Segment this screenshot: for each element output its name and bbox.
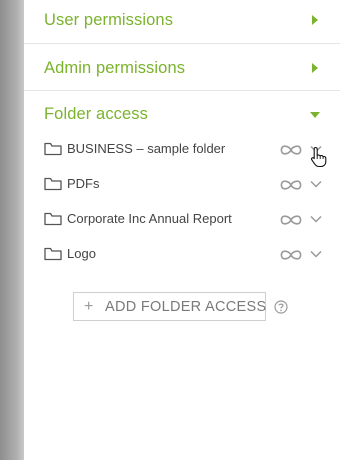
- chevron-down-icon[interactable]: [310, 214, 322, 224]
- section-label: Folder access: [44, 105, 149, 123]
- folder-row[interactable]: PDFs: [24, 167, 340, 202]
- section-label: User permissions: [44, 11, 174, 29]
- section-user-permissions[interactable]: User permissions: [24, 0, 340, 44]
- folder-name: Logo: [67, 246, 96, 261]
- dimmed-backdrop: [0, 0, 24, 460]
- folder-icon: [44, 247, 62, 261]
- infinity-link-icon[interactable]: [279, 144, 303, 156]
- caret-right-icon: [312, 15, 318, 25]
- add-folder-access-button[interactable]: + ADD FOLDER ACCESS: [73, 292, 266, 321]
- question-circle-icon[interactable]: [274, 300, 288, 314]
- folder-row[interactable]: Logo: [24, 237, 340, 272]
- folder-icon: [44, 177, 62, 191]
- folder-name: BUSINESS – sample folder: [67, 141, 226, 156]
- folder-name: Corporate Inc Annual Report: [67, 211, 232, 226]
- folder-icon: [44, 142, 62, 156]
- add-folder-access-label: ADD FOLDER ACCESS: [105, 299, 267, 315]
- chevron-down-icon[interactable]: [310, 179, 322, 189]
- plus-icon: +: [84, 298, 94, 315]
- section-admin-permissions[interactable]: Admin permissions: [24, 44, 340, 91]
- hand-pointer-icon: [310, 146, 327, 168]
- caret-right-icon: [312, 63, 318, 73]
- caret-down-icon: [310, 112, 320, 118]
- chevron-down-icon[interactable]: [310, 249, 322, 259]
- section-folder-access[interactable]: Folder access: [24, 91, 340, 135]
- folder-row[interactable]: Corporate Inc Annual Report: [24, 202, 340, 237]
- section-label: Admin permissions: [44, 59, 186, 77]
- infinity-link-icon[interactable]: [279, 179, 303, 191]
- permissions-panel: User permissions Admin permissions Folde…: [24, 0, 340, 460]
- folder-row[interactable]: BUSINESS – sample folder: [24, 132, 340, 167]
- folder-name: PDFs: [67, 176, 100, 191]
- folder-icon: [44, 212, 62, 226]
- infinity-link-icon[interactable]: [279, 214, 303, 226]
- infinity-link-icon[interactable]: [279, 249, 303, 261]
